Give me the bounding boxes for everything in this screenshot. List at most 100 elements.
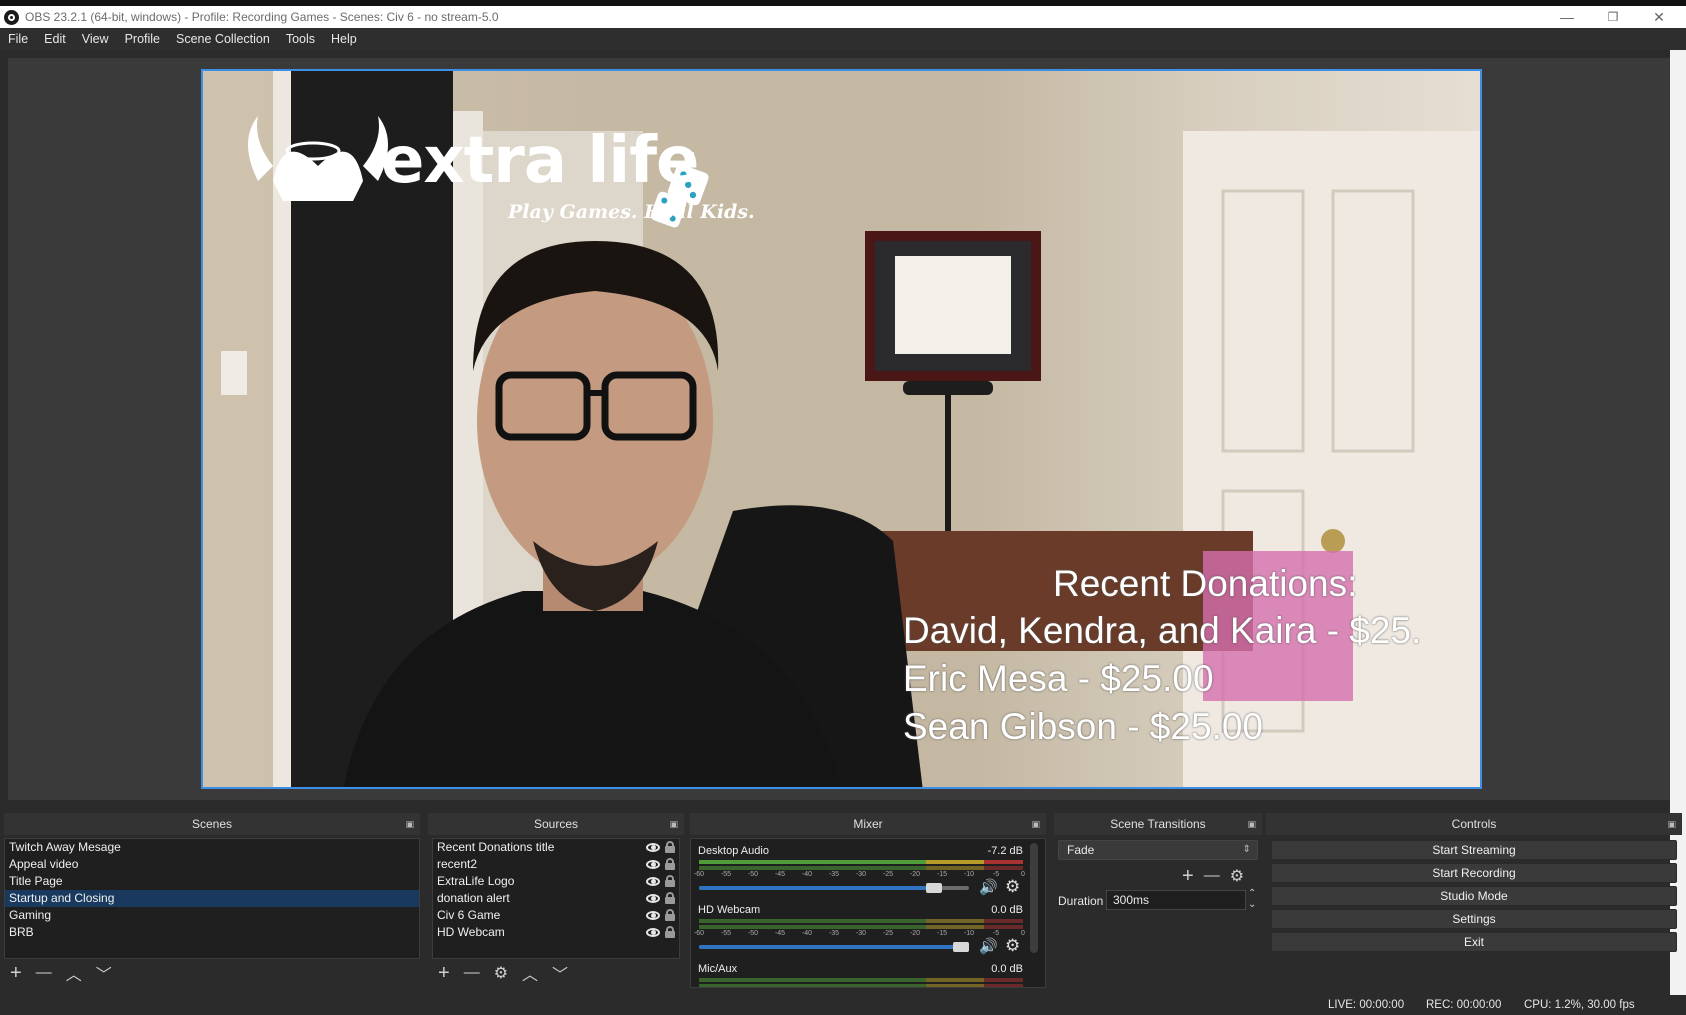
lock-icon[interactable] [665, 841, 675, 853]
dock-float-icon[interactable]: ▣ [405, 813, 414, 835]
scenes-dock-title: Scenes ▣ [4, 813, 420, 835]
source-item[interactable]: donation alert [433, 890, 679, 907]
speaker-icon[interactable]: 🔊 [979, 937, 998, 955]
extralife-logo-text: extra life [381, 124, 699, 198]
visibility-eye-icon[interactable] [645, 876, 661, 887]
sources-dock-label: Sources [533, 817, 579, 831]
donation-line: Eric Mesa - $25.00 [903, 658, 1214, 699]
meter-tick-label: 0 [1021, 930, 1025, 937]
lock-icon[interactable] [665, 909, 675, 921]
mixer-dock-title: Mixer ▣ [690, 813, 1046, 835]
rec-timer: REC: 00:00:00 [1426, 999, 1502, 1011]
menu-view[interactable]: View [74, 32, 117, 46]
source-label: HD Webcam [437, 925, 505, 939]
menu-file[interactable]: File [0, 32, 36, 46]
transition-select[interactable]: Fade ⇕ [1058, 840, 1258, 860]
meter-tick-label: -5 [992, 930, 1000, 937]
lock-icon[interactable] [665, 858, 675, 870]
scene-item[interactable]: BRB [5, 924, 419, 941]
volume-slider-handle[interactable] [953, 942, 969, 952]
move-source-down-icon[interactable]: ﹀ [552, 961, 568, 985]
dock-float-icon[interactable]: ▣ [1667, 813, 1676, 835]
scene-item[interactable]: Title Page [5, 873, 419, 890]
program-preview[interactable]: extra life TM Play Games. Heal Kids. Rec… [201, 69, 1482, 789]
dock-float-icon[interactable]: ▣ [669, 813, 678, 835]
studio-mode-button[interactable]: Studio Mode [1271, 886, 1677, 906]
duration-down-icon[interactable]: ⌄ [1248, 899, 1256, 910]
add-scene-icon[interactable]: + [10, 962, 22, 985]
menu-scene-collection[interactable]: Scene Collection [168, 32, 278, 46]
move-scene-up-icon[interactable]: ︿ [66, 961, 82, 985]
title-bar[interactable]: OBS 23.2.1 (64-bit, windows) - Profile: … [0, 6, 1686, 28]
minimize-button[interactable]: — [1544, 6, 1590, 28]
scene-item[interactable]: Twitch Away Mesage [5, 839, 419, 856]
controls-dock-title: Controls ▣ [1266, 813, 1682, 835]
add-source-icon[interactable]: + [438, 962, 450, 985]
scene-item[interactable]: Appeal video [5, 856, 419, 873]
remove-source-icon[interactable]: — [464, 964, 480, 982]
source-item[interactable]: ExtraLife Logo [433, 873, 679, 890]
channel-settings-gear-icon[interactable]: ⚙ [1005, 877, 1020, 897]
dock-float-icon[interactable]: ▣ [1031, 813, 1040, 835]
mixer-panel: Desktop Audio -7.2 dB -60 -55 -50 -45 -40 -35 -3… [690, 838, 1046, 988]
menu-tools[interactable]: Tools [278, 32, 323, 46]
mixer-channel-db: 0.0 dB [991, 904, 1023, 916]
lock-icon[interactable] [665, 892, 675, 904]
add-transition-icon[interactable]: + [1182, 865, 1194, 888]
visibility-eye-icon[interactable] [645, 859, 661, 870]
sources-list[interactable]: Recent Donations title recent2 ExtraLife… [432, 838, 680, 959]
settings-button[interactable]: Settings [1271, 909, 1677, 929]
scenes-list[interactable]: Twitch Away Mesage Appeal video Title Pa… [4, 838, 420, 959]
duration-up-icon[interactable]: ⌃ [1248, 888, 1256, 899]
transition-select-value: Fade [1067, 843, 1095, 857]
scene-item[interactable]: Gaming [5, 907, 419, 924]
meter-tick-label: -55 [720, 871, 732, 878]
channel-settings-gear-icon[interactable]: ⚙ [1005, 936, 1020, 956]
transition-properties-gear-icon[interactable]: ⚙ [1230, 866, 1244, 886]
source-item[interactable]: Recent Donations title [433, 839, 679, 856]
remove-transition-icon[interactable]: — [1204, 867, 1220, 885]
mixer-channel-name: HD Webcam [698, 904, 761, 916]
sources-dock-title: Sources ▣ [428, 813, 684, 835]
audio-meter [699, 978, 1023, 982]
speaker-icon[interactable]: 🔊 [979, 878, 998, 896]
audio-meter [699, 860, 1023, 864]
restore-button[interactable]: ❐ [1590, 6, 1636, 28]
mixer-scrollbar[interactable] [1030, 843, 1038, 953]
menu-edit[interactable]: Edit [36, 32, 74, 46]
select-arrows-icon: ⇕ [1242, 844, 1251, 855]
exit-button[interactable]: Exit [1271, 932, 1677, 952]
duration-input[interactable]: 300ms [1106, 890, 1246, 910]
visibility-eye-icon[interactable] [645, 842, 661, 853]
menu-profile[interactable]: Profile [117, 32, 168, 46]
meter-tick-label: -30 [855, 871, 867, 878]
controls-dock-label: Controls [1451, 817, 1497, 831]
mixer-channel: Mic/Aux0.0 dB-60-55-50-45-40-35-30-25-20… [691, 961, 1031, 987]
menu-help[interactable]: Help [323, 32, 365, 46]
audio-meter [699, 919, 1023, 923]
lamp-head [903, 381, 993, 395]
audio-meter [699, 866, 1023, 870]
source-item[interactable]: Civ 6 Game [433, 907, 679, 924]
visibility-eye-icon[interactable] [645, 927, 661, 938]
source-item[interactable]: recent2 [433, 856, 679, 873]
move-scene-down-icon[interactable]: ﹀ [96, 961, 112, 985]
visibility-eye-icon[interactable] [645, 910, 661, 921]
meter-tick-label: -45 [774, 871, 786, 878]
lock-icon[interactable] [665, 926, 675, 938]
visibility-eye-icon[interactable] [645, 893, 661, 904]
move-source-up-icon[interactable]: ︿ [522, 961, 538, 985]
dock-float-icon[interactable]: ▣ [1247, 813, 1256, 835]
close-button[interactable]: ✕ [1636, 6, 1682, 28]
remove-scene-icon[interactable]: — [36, 964, 52, 982]
scene-item-selected[interactable]: Startup and Closing [5, 890, 419, 907]
lock-icon[interactable] [665, 875, 675, 887]
source-item[interactable]: HD Webcam [433, 924, 679, 941]
mixer-dock-label: Mixer [853, 817, 883, 831]
start-streaming-button[interactable]: Start Streaming [1271, 840, 1677, 860]
start-recording-button[interactable]: Start Recording [1271, 863, 1677, 883]
mixer-channel: Desktop Audio -7.2 dB -60 -55 -50 -45 -40 -35 -3… [691, 843, 1031, 902]
source-properties-gear-icon[interactable]: ⚙ [494, 963, 508, 983]
light-switch [221, 351, 247, 395]
volume-slider-handle[interactable] [926, 883, 942, 893]
